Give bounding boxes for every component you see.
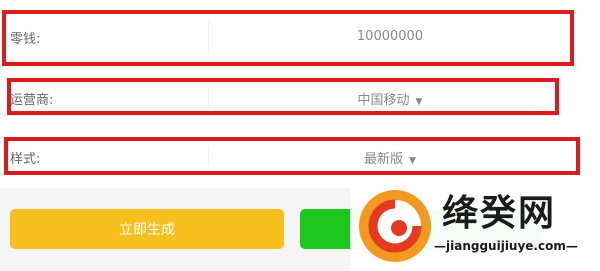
style-label: 样式: xyxy=(10,152,41,167)
carrier-row[interactable]: 运营商: 中国移动 ▼ xyxy=(0,79,558,116)
g-swirl-logo-icon xyxy=(359,190,431,262)
watermark-url: —jiangguijiuye.com— xyxy=(434,239,578,253)
change-input[interactable]: 10000000 xyxy=(208,29,572,44)
style-selected-value: 最新版 xyxy=(364,152,404,167)
carrier-select[interactable]: 中国移动 ▼ xyxy=(208,89,572,108)
watermark: 绛癸网 —jiangguijiuye.com— xyxy=(350,182,600,271)
chevron-down-icon: ▼ xyxy=(409,156,416,166)
generate-button[interactable]: 立即生成 xyxy=(10,209,284,249)
watermark-title: 绛癸网 xyxy=(442,192,557,234)
style-select[interactable]: 最新版 ▼ xyxy=(208,148,572,167)
carrier-label: 运营商: xyxy=(10,93,54,108)
change-label: 零钱: xyxy=(10,32,41,47)
style-row[interactable]: 样式: 最新版 ▼ xyxy=(0,139,578,174)
chevron-down-icon: ▼ xyxy=(415,97,423,107)
carrier-selected-value: 中国移动 xyxy=(357,93,410,108)
change-row[interactable]: 零钱: 10000000 xyxy=(0,12,568,63)
